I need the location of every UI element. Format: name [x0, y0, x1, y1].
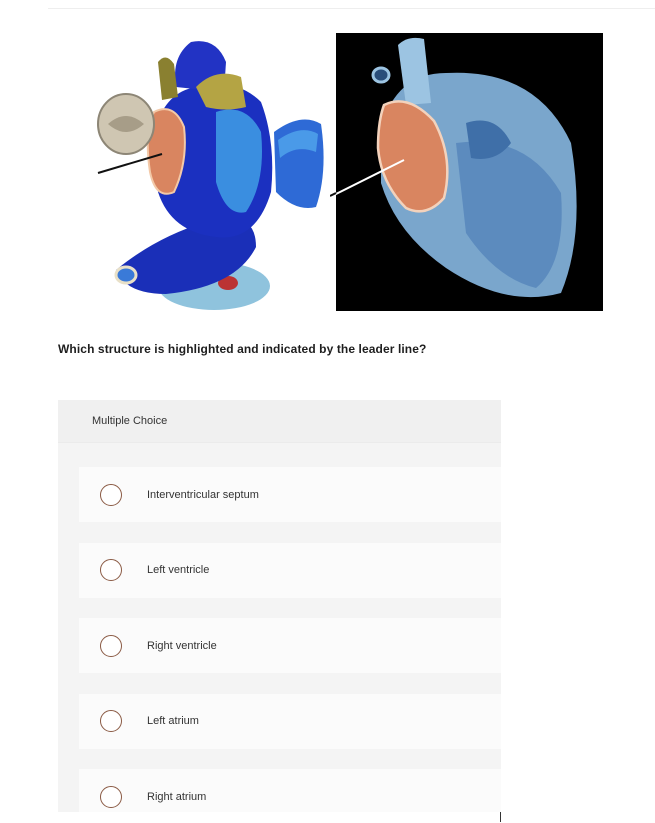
- answer-option-label: Left atrium: [147, 715, 199, 727]
- heart-model-figure: [97, 41, 324, 310]
- radio-button[interactable]: [100, 559, 122, 581]
- radio-button[interactable]: [100, 483, 122, 506]
- answer-option-label: Left ventricle: [147, 564, 210, 576]
- question-text: Which structure is highlighted and indic…: [58, 342, 427, 356]
- leader-line-right: [330, 159, 405, 197]
- top-divider: [48, 8, 655, 9]
- model-vessel-opening: [114, 265, 138, 285]
- specimen-vessel-opening: [371, 66, 391, 84]
- answer-option[interactable]: Interventricular septum: [79, 467, 501, 522]
- answer-option[interactable]: Right ventricle: [79, 618, 501, 673]
- text-cursor: [500, 812, 501, 822]
- answer-option-label: Right ventricle: [147, 639, 217, 652]
- radio-button[interactable]: [100, 710, 122, 732]
- answer-options: Interventricular septum Left ventricle R…: [79, 467, 501, 812]
- multiple-choice-panel: Multiple Choice Interventricular septum …: [58, 400, 501, 812]
- answer-option[interactable]: Right atrium: [79, 769, 501, 812]
- answer-option-label: Right atrium: [147, 790, 207, 803]
- radio-button[interactable]: [100, 785, 122, 808]
- answer-option-label: Interventricular septum: [147, 488, 259, 501]
- model-vessel-gold: [158, 57, 178, 100]
- answer-option[interactable]: Left atrium: [79, 693, 501, 749]
- multiple-choice-header: Multiple Choice: [58, 400, 501, 443]
- answer-option[interactable]: Left ventricle: [79, 542, 501, 598]
- radio-button[interactable]: [100, 634, 122, 657]
